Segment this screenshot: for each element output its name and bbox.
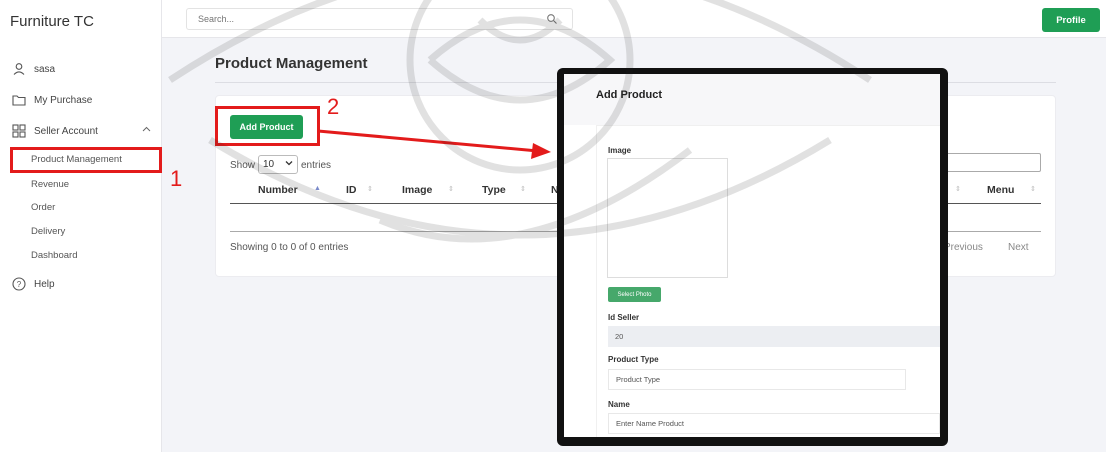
annotation-arrow	[317, 129, 551, 159]
